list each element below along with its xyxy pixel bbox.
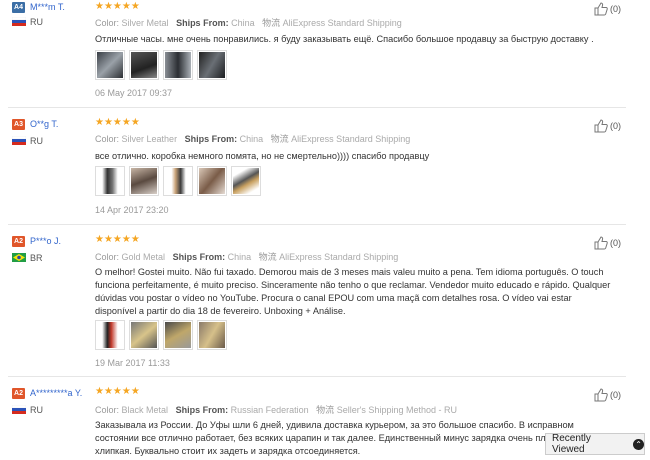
logistics-icon: 物流 [262, 18, 281, 28]
buyer-level-badge: A4 [12, 2, 25, 13]
flag-ru-icon [12, 136, 26, 145]
shipping-method: AliExpress Standard Shipping [291, 134, 411, 144]
logistics-icon: 物流 [316, 405, 335, 415]
color-value: Silver Leather [121, 134, 178, 144]
review-text: O melhor! Gostei muito. Não fui taxado. … [95, 267, 611, 316]
helpful-button[interactable]: (0) [594, 236, 621, 250]
review-photo-thumb[interactable] [95, 166, 125, 196]
rating-stars: ★★★★★ [95, 117, 140, 128]
helpful-count: (0) [610, 390, 621, 400]
flag-ru-icon [12, 405, 26, 414]
color-label: Color: [95, 18, 120, 28]
helpful-button[interactable]: (0) [594, 119, 621, 133]
reviewer-country: RU [30, 136, 43, 146]
buyer-level-badge: A2 [12, 388, 25, 399]
shipping-method: AliExpress Standard Shipping [282, 18, 402, 28]
reviewer-name[interactable]: P***o J. [30, 236, 61, 246]
recently-viewed-label: Recently Viewed [552, 433, 591, 455]
rating-stars: ★★★★★ [95, 1, 140, 12]
review-photo-thumb[interactable] [197, 320, 227, 350]
review-text: все отлично. коробка немного помята, но … [95, 151, 430, 161]
divider [8, 107, 626, 108]
divider [8, 224, 626, 225]
logistics-icon: 物流 [270, 134, 289, 144]
review-photo-thumb[interactable] [95, 320, 125, 350]
review-item: A3 O**g T. RU ★★★★★ Color: Silver Leathe… [0, 116, 628, 222]
reviewer-name[interactable]: A*********a Y. [30, 388, 82, 398]
thumbs-up-icon [594, 236, 608, 250]
color-value: Black Metal [121, 405, 169, 415]
helpful-count: (0) [610, 4, 621, 14]
ships-from-label: Ships From: [184, 134, 238, 144]
helpful-count: (0) [610, 121, 621, 131]
rating-stars: ★★★★★ [95, 234, 140, 245]
review-date: 19 Mar 2017 11:33 [95, 358, 170, 368]
review-photos [95, 166, 261, 196]
review-photo-thumb[interactable] [197, 50, 227, 80]
thumbs-up-icon [594, 2, 608, 16]
ships-from-label: Ships From: [172, 252, 226, 262]
review-photo-thumb[interactable] [95, 50, 125, 80]
ships-from-value: China [239, 134, 264, 144]
ships-from-value: Russian Federation [230, 405, 309, 415]
flag-br-icon [12, 253, 26, 262]
logistics-icon: 物流 [258, 252, 277, 262]
ships-from-label: Ships From: [176, 18, 229, 28]
review-photos [95, 320, 227, 350]
buyer-level-badge: A3 [12, 119, 25, 130]
review-text: Заказывала из России. До Уфы шли 6 дней,… [95, 420, 594, 456]
reviewer-country: BR [30, 253, 43, 263]
review-photos [95, 50, 227, 80]
color-label: Color: [95, 134, 120, 144]
review-item: A2 A*********a Y. RU ★★★★★ Color: Black … [0, 384, 628, 460]
ships-from-value: China [227, 252, 252, 262]
review-photo-thumb[interactable] [163, 166, 193, 196]
helpful-count: (0) [610, 238, 621, 248]
review-photo-thumb[interactable] [129, 50, 159, 80]
rating-stars: ★★★★★ [95, 386, 140, 397]
color-label: Color: [95, 405, 120, 415]
recently-viewed-button[interactable]: Recently Viewed ⌃ [545, 433, 645, 455]
shipping-method: Seller's Shipping Method - RU [336, 405, 457, 415]
shipping-method: AliExpress Standard Shipping [279, 252, 399, 262]
review-date: 14 Apr 2017 23:20 [95, 205, 169, 215]
color-value: Gold Metal [121, 252, 166, 262]
review-photo-thumb[interactable] [197, 166, 227, 196]
helpful-button[interactable]: (0) [594, 2, 621, 16]
review-meta: Color: Black Metal Ships From: Russian F… [95, 403, 457, 416]
review-meta: Color: Silver Leather Ships From: China … [95, 132, 410, 145]
reviewer-name[interactable]: M***m T. [30, 2, 65, 12]
review-photo-thumb[interactable] [163, 50, 193, 80]
review-item: A4 M***m T. RU ★★★★★ Color: Silver Metal… [0, 0, 628, 106]
review-text: Отличные часы. мне очень понравились. я … [95, 34, 594, 44]
review-photo-thumb[interactable] [231, 166, 261, 196]
review-photo-thumb[interactable] [163, 320, 193, 350]
ships-from-label: Ships From: [175, 405, 229, 415]
reviewer-country: RU [30, 405, 43, 415]
divider [8, 376, 626, 377]
thumbs-up-icon [594, 119, 608, 133]
reviewer-name[interactable]: O**g T. [30, 119, 58, 129]
color-value: Silver Metal [121, 18, 169, 28]
review-photo-thumb[interactable] [129, 166, 159, 196]
helpful-button[interactable]: (0) [594, 388, 621, 402]
chevron-up-icon: ⌃ [633, 438, 644, 450]
thumbs-up-icon [594, 388, 608, 402]
reviewer-country: RU [30, 17, 43, 27]
review-meta: Color: Silver Metal Ships From: China 物流… [95, 16, 402, 29]
ships-from-value: China [231, 18, 255, 28]
review-item: A2 P***o J. BR ★★★★★ Color: Gold Metal S… [0, 232, 628, 372]
review-meta: Color: Gold Metal Ships From: China 物流 A… [95, 250, 398, 263]
review-photo-thumb[interactable] [129, 320, 159, 350]
flag-ru-icon [12, 17, 26, 26]
review-date: 06 May 2017 09:37 [95, 88, 173, 98]
buyer-level-badge: A2 [12, 236, 25, 247]
color-label: Color: [95, 252, 120, 262]
